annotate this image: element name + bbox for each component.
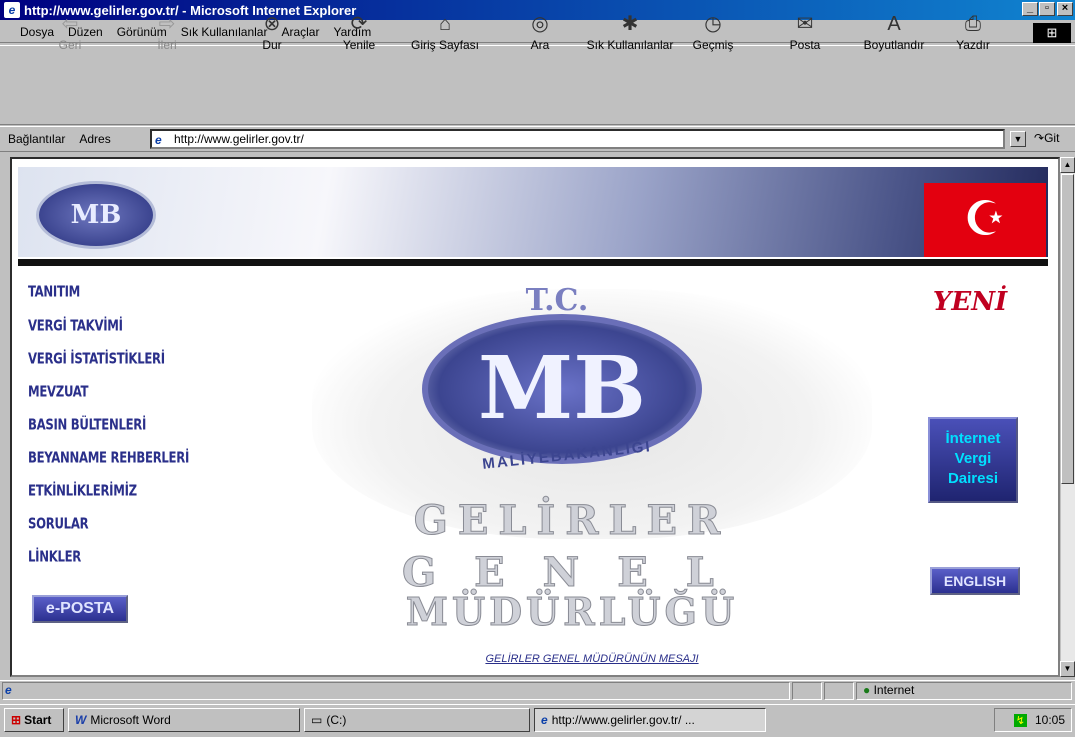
status-pane-3 [824,682,854,700]
nav-link-basin-bultenleri[interactable]: BASIN BÜLTENLERİ [28,417,146,434]
director-message-link[interactable]: GELİRLER GENEL MÜDÜRÜNÜN MESAJI [442,653,742,665]
title-gelirler: GELİRLER [413,497,731,545]
drive-icon: ▭ [311,713,323,727]
status-text-pane: e [2,682,790,700]
header-divider [18,259,1048,266]
back-button[interactable]: ⇦ Geri [35,10,105,52]
stop-button[interactable]: ⊗ Dur [237,10,307,52]
go-arrow-icon: ↷ [1034,131,1045,145]
globe-icon: ● [863,683,871,697]
nav-link-etkinliklerimiz[interactable]: ETKİNLİKLERİMİZ [28,483,137,500]
nav-link-sorular[interactable]: SORULAR [28,516,89,533]
turkish-flag-icon: ☪ [924,183,1046,257]
taskbar-ie-button[interactable]: e http://www.gelirler.gov.tr/ ... [534,708,766,732]
forward-arrow-icon: ⇨ [158,13,176,35]
ie-taskbar-icon: e [541,713,548,727]
address-input[interactable]: e http://www.gelirler.gov.tr/ [150,129,1005,149]
mail-icon: ✉ [796,13,814,35]
tray-monitor-icon[interactable]: ↯ [1013,713,1027,727]
go-button[interactable]: ↷Git [1034,131,1059,145]
favorites-button[interactable]: ✱ Sık Kullanılanlar [585,10,675,52]
printer-icon: ⎙ [965,13,981,35]
address-url: http://www.gelirler.gov.tr/ [174,132,304,146]
home-button[interactable]: ⌂ Giriş Sayfası [405,10,485,52]
history-icon: ◷ [704,13,722,35]
maximize-button[interactable]: ▫ [1039,2,1055,16]
word-icon: W [75,713,87,727]
windows-flag-icon: ⊞ [11,713,22,727]
nav-link-tanitim[interactable]: TANITIM [28,284,80,301]
history-button[interactable]: ◷ Geçmiş [678,10,748,52]
favorites-star-icon: ✱ [621,13,639,35]
scroll-thumb[interactable] [1061,174,1074,484]
home-icon: ⌂ [438,13,452,35]
ie-icon: e [4,2,20,18]
yeni-badge[interactable]: YENİ [930,287,1010,317]
standard-toolbar [0,45,1075,125]
english-button[interactable]: ENGLISH [930,567,1020,595]
scroll-up-button[interactable]: ▲ [1060,157,1075,173]
title-mudurlugu: MÜDÜRLÜĞÜ [405,589,739,635]
refresh-icon: ⟳ [350,13,368,35]
stop-icon: ⊗ [263,13,281,35]
nav-link-linkler[interactable]: LİNKLER [28,549,81,566]
forward-button[interactable]: ⇨ İleri [132,10,202,52]
status-pane-2 [792,682,822,700]
internet-vergi-dairesi-button[interactable]: İnternet Vergi Dairesi [928,417,1018,503]
nav-link-beyanname-rehberleri[interactable]: BEYANNAME REHBERLERİ [28,450,189,467]
header-banner [18,167,1048,257]
taskbar-drive-button[interactable]: ▭ (C:) [304,708,530,732]
print-button[interactable]: ⎙ Yazdır [938,10,1008,52]
page-viewport: MB ☪ TANITIM VERGİ TAKVİMİ VERGİ İSTATİS… [10,157,1060,677]
nav-link-vergi-istatistikleri[interactable]: VERGİ İSTATİSTİKLERİ [28,351,165,368]
mail-button[interactable]: ✉ Posta [770,10,840,52]
address-label: Adres [79,132,111,146]
seal-tc-label: T.C. [525,283,589,318]
status-zone: ● Internet [856,682,1072,700]
text-size-icon: A [887,13,901,35]
ministry-logo-small[interactable]: MB [36,181,156,249]
e-posta-button[interactable]: e-POSTA [32,595,128,623]
search-button[interactable]: ◎ Ara [505,10,575,52]
links-label[interactable]: Bağlantılar [8,132,65,146]
address-dropdown-button[interactable]: ▼ [1010,131,1026,147]
search-globe-icon: ◎ [531,13,549,35]
minimize-button[interactable]: _ [1022,2,1038,16]
status-page-icon: e [5,683,12,697]
start-button[interactable]: ⊞ Start [4,708,64,732]
page-icon: e [155,133,162,147]
nav-link-mevzuat[interactable]: MEVZUAT [28,384,88,401]
clock[interactable]: 10:05 [1035,713,1065,727]
system-tray: ↯ 10:05 [994,708,1072,732]
windows-logo-icon: ⊞ [1033,23,1071,43]
scroll-down-button[interactable]: ▼ [1060,661,1075,677]
refresh-button[interactable]: ⟳ Yenile [324,10,394,52]
back-arrow-icon: ⇦ [61,13,79,35]
text-size-button[interactable]: A Boyutlandır [852,10,936,52]
close-button[interactable]: × [1057,2,1073,16]
taskbar-word-button[interactable]: W Microsoft Word [68,708,300,732]
nav-link-vergi-takvimi[interactable]: VERGİ TAKVİMİ [28,318,123,335]
